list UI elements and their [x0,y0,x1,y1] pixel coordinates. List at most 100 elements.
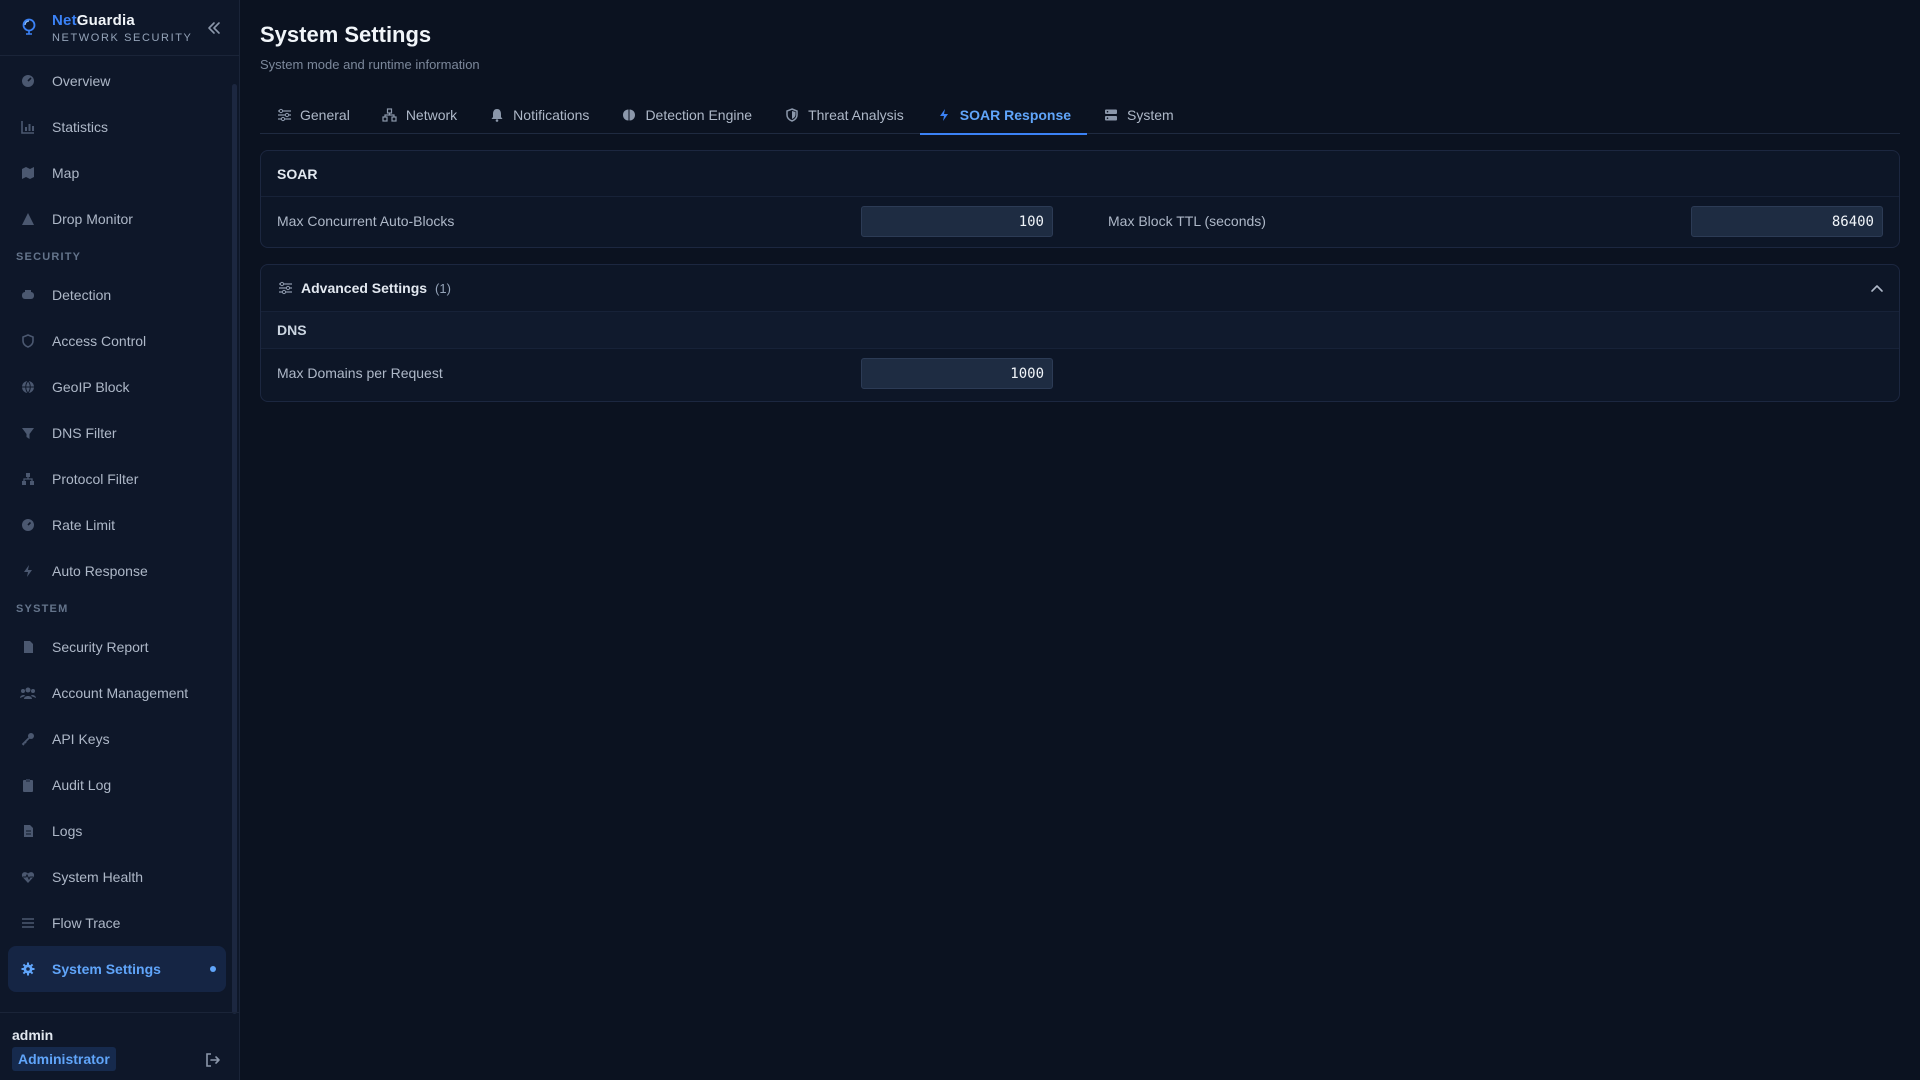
sidebar-nav: Overview Statistics Map Drop Monitor SEC… [8,58,226,992]
sidebar-item-dns-filter[interactable]: DNS Filter [8,410,226,456]
sidebar-item-drop-monitor[interactable]: Drop Monitor [8,196,226,242]
brand-subtitle: NETWORK SECURITY [52,32,193,44]
tab-label: Detection Engine [645,107,753,123]
bell-icon [489,107,505,123]
section-label-security: SECURITY [16,251,82,263]
sidebar-item-label: Account Management [52,685,189,701]
brand-logo-icon [22,18,36,35]
server-icon [1103,107,1119,123]
user-name: admin [12,1027,54,1043]
bar-chart-icon [20,119,36,135]
sidebar-item-access-control[interactable]: Access Control [8,318,226,364]
tab-label: Network [405,107,458,123]
soar-card: SOAR Max Concurrent Auto-Blocks Max Bloc… [260,150,1900,248]
tab-detection-engine[interactable]: Detection Engine [605,96,768,134]
chevron-up-icon[interactable] [1869,280,1885,296]
tab-threat-analysis[interactable]: Threat Analysis [768,96,920,134]
page-subtitle: System mode and runtime information [260,57,480,72]
tab-soar-response[interactable]: SOAR Response [919,96,1088,135]
max-block-ttl-input[interactable] [1691,206,1883,237]
max-block-ttl-label: Max Block TTL (seconds) [1108,213,1266,229]
sidebar-item-protocol-filter[interactable]: Protocol Filter [8,456,226,502]
shield-icon [20,333,36,349]
brain-icon [621,107,637,123]
lightning-icon [936,107,952,123]
sidebar-item-map[interactable]: Map [8,150,226,196]
gear-icon [20,961,36,977]
settings-tabs: General Network Notifications Detection … [260,96,1900,135]
sidebar-item-label: GeoIP Block [52,379,130,395]
user-box: admin Administrator [0,1012,240,1080]
document-icon [20,639,36,655]
brand: NetGuardia NETWORK SECURITY [0,0,240,56]
sidebar-item-label: Rate Limit [52,517,116,533]
sidebar-item-system-settings[interactable]: System Settings [8,946,226,992]
section-label-system: SYSTEM [16,603,69,615]
warning-triangle-icon [20,211,36,227]
brand-name-rest: Guardia [76,12,135,29]
users-icon [20,685,36,701]
sidebar-item-flow-trace[interactable]: Flow Trace [8,900,226,946]
tab-label: SOAR Response [959,107,1072,123]
sidebar-item-account-management[interactable]: Account Management [8,670,226,716]
sidebar-item-label: Flow Trace [52,915,121,931]
tab-system[interactable]: System [1087,96,1190,134]
sidebar-item-security-report[interactable]: Security Report [8,624,226,670]
sidebar-item-label: Auto Response [52,563,148,579]
advanced-settings-count: (1) [435,280,451,296]
globe-icon [20,379,36,395]
max-concurrent-auto-blocks-input[interactable] [861,206,1053,237]
advanced-settings-toggle[interactable]: Advanced Settings (1) [261,265,1899,311]
tab-general[interactable]: General [260,96,366,134]
list-icon [20,915,36,931]
advanced-settings-title: Advanced Settings [301,280,428,296]
soar-settings-row: Max Concurrent Auto-Blocks Max Block TTL… [261,197,1899,247]
sidebar-item-overview[interactable]: Overview [8,58,226,104]
active-indicator-dot [210,966,216,972]
sidebar-item-geoip-block[interactable]: GeoIP Block [8,364,226,410]
tab-label: Threat Analysis [808,107,904,123]
dns-group-title: DNS [261,311,1899,349]
detection-icon [20,287,36,303]
sidebar-item-label: Drop Monitor [52,211,133,227]
brand-name: NetGuardia [52,12,135,29]
heart-pulse-icon [20,869,36,885]
network-icon [382,107,398,123]
sidebar-item-auto-response[interactable]: Auto Response [8,548,226,594]
sidebar-item-label: System Settings [52,961,161,977]
advanced-settings-card: Advanced Settings (1) DNS Max Domains pe… [260,264,1900,402]
max-domains-per-request-label: Max Domains per Request [277,365,443,381]
max-domains-per-request-input[interactable] [861,358,1053,389]
sidebar-item-rate-limit[interactable]: Rate Limit [8,502,226,548]
shield-icon [784,107,800,123]
tab-notifications[interactable]: Notifications [473,96,605,134]
filter-icon [20,425,36,441]
gauge-icon [20,73,36,89]
sidebar-item-label: Protocol Filter [52,471,139,487]
sliders-icon [276,107,292,123]
sidebar-item-api-keys[interactable]: API Keys [8,716,226,762]
sidebar-item-detection[interactable]: Detection [8,272,226,318]
sidebar-item-logs[interactable]: Logs [8,808,226,854]
role-badge: Administrator [12,1047,116,1071]
logout-icon[interactable] [204,1051,222,1069]
sidebar-item-label: Map [52,165,80,181]
clipboard-icon [20,777,36,793]
sidebar-item-label: Overview [52,73,111,89]
brand-name-accent: Net [52,12,77,29]
sidebar-item-statistics[interactable]: Statistics [8,104,226,150]
sidebar-scrollbar[interactable] [232,84,237,1014]
tab-label: General [300,107,350,123]
sidebar-item-label: System Health [52,869,144,885]
tab-network[interactable]: Network [366,96,473,134]
sidebar: NetGuardia NETWORK SECURITY Overview Sta… [0,0,240,1080]
lightning-icon [20,563,36,579]
page-title: System Settings [260,22,432,47]
collapse-sidebar-icon[interactable] [204,18,224,38]
sidebar-item-audit-log[interactable]: Audit Log [8,762,226,808]
key-icon [20,731,36,747]
sidebar-item-system-health[interactable]: System Health [8,854,226,900]
file-icon [20,823,36,839]
sidebar-item-label: Statistics [52,119,109,135]
tab-label: System [1127,107,1174,123]
